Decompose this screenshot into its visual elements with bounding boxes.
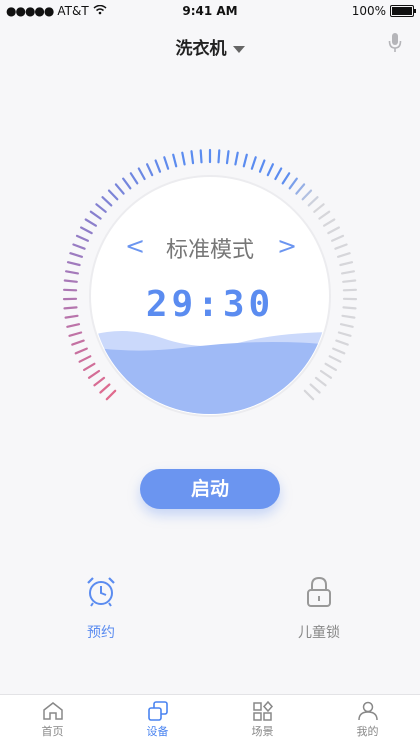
dial-tick	[266, 163, 274, 177]
dial-tick	[242, 153, 248, 168]
dial-tick	[122, 177, 132, 190]
child-lock-label: 儿童锁	[298, 625, 340, 641]
remaining-time: 29:30	[145, 284, 275, 325]
schedule-label: 预约	[87, 625, 115, 641]
battery-icon	[390, 5, 416, 17]
dial-tick	[114, 183, 125, 195]
dial-tick	[163, 156, 170, 170]
tab-scene-label: 场景	[251, 725, 274, 738]
dial-tick	[181, 151, 186, 166]
tab-device[interactable]: 设备	[105, 695, 210, 747]
dial-tick	[145, 163, 154, 177]
start-button[interactable]: 启动	[140, 469, 280, 509]
chevron-right-icon[interactable]: >	[277, 232, 297, 260]
tab-home-label: 首页	[41, 725, 64, 738]
dial-tick	[93, 376, 106, 387]
child-lock-button[interactable]: 儿童锁	[292, 576, 346, 642]
dial-tick	[190, 150, 195, 165]
lock-icon	[304, 576, 334, 612]
dial-tick	[335, 339, 349, 346]
dial-tick	[274, 167, 283, 181]
dial-tick	[217, 149, 221, 164]
dial-tick	[68, 331, 83, 337]
home-icon	[0, 701, 105, 723]
alarm-clock-icon	[84, 577, 118, 612]
dial-tick	[323, 218, 336, 227]
dial-tick	[318, 210, 331, 220]
dial-tick	[309, 383, 321, 394]
schedule-button[interactable]: 预约	[76, 574, 126, 642]
tab-home[interactable]: 首页	[0, 695, 105, 747]
navbar: 洗衣机	[0, 22, 420, 66]
dial-tick	[199, 149, 203, 164]
dial-tick	[332, 347, 346, 355]
dial-tick	[101, 196, 113, 207]
dial-tick	[66, 261, 81, 267]
dial-tick	[339, 261, 354, 267]
page-title: 洗衣机	[175, 39, 227, 59]
tab-profile-label: 我的	[356, 725, 379, 738]
mode-label: 标准模式	[165, 238, 254, 263]
dial-tick	[314, 376, 327, 387]
dial-tick	[84, 218, 98, 227]
user-icon	[315, 701, 420, 723]
dial-tick	[328, 355, 342, 363]
water-wave	[92, 331, 328, 414]
dial-tick	[74, 347, 88, 355]
dial-tick	[105, 389, 117, 401]
chevron-down-icon	[232, 45, 245, 53]
dial-tick	[281, 172, 291, 185]
dial-tick	[295, 183, 306, 195]
dial-tick	[95, 203, 107, 213]
dial-tick	[313, 203, 325, 213]
dial-tick	[225, 150, 230, 165]
dial-tick	[137, 167, 146, 181]
dial-tick	[303, 389, 315, 401]
dial-tick	[87, 369, 101, 379]
dial-tick	[78, 355, 92, 363]
dial-tick	[64, 270, 79, 275]
dial-tick	[172, 153, 178, 168]
dial-tick	[234, 151, 239, 166]
dial-tick	[319, 369, 333, 379]
mode-selector: < 标准模式 >	[0, 232, 420, 263]
device-selector[interactable]: 洗衣机	[0, 34, 420, 59]
dial-tick	[301, 189, 313, 201]
dial-tick	[342, 279, 357, 283]
dial-tick	[71, 339, 85, 346]
dial-tick	[83, 362, 96, 371]
dial-tick	[307, 196, 319, 207]
dial-tick	[341, 270, 355, 275]
dial-tick	[107, 189, 119, 201]
chevron-left-icon[interactable]: <	[125, 232, 145, 260]
tab-scene[interactable]: 场景	[210, 695, 315, 747]
dial-tick	[154, 159, 162, 173]
scene-icon	[210, 700, 315, 723]
dial-tick	[324, 362, 337, 371]
dial-tick	[337, 331, 352, 337]
dial-tick	[288, 177, 298, 190]
tab-device-label: 设备	[146, 725, 169, 738]
dial-tick	[89, 210, 102, 220]
status-bar: ●●●●● AT&T 9:41 AM 100%	[0, 0, 420, 22]
dial-tick	[129, 172, 139, 185]
tab-bar: 首页 设备 场景 我的	[0, 694, 420, 747]
microphone-icon[interactable]	[388, 32, 402, 58]
tab-profile[interactable]: 我的	[315, 695, 420, 747]
dial-tick	[63, 279, 78, 283]
dial-tick	[99, 383, 111, 394]
battery-percent: 100%	[351, 4, 386, 18]
device-icon	[105, 701, 210, 723]
dial-tick	[250, 156, 257, 170]
dial-tick	[258, 159, 266, 173]
status-right: 100%	[351, 4, 416, 18]
